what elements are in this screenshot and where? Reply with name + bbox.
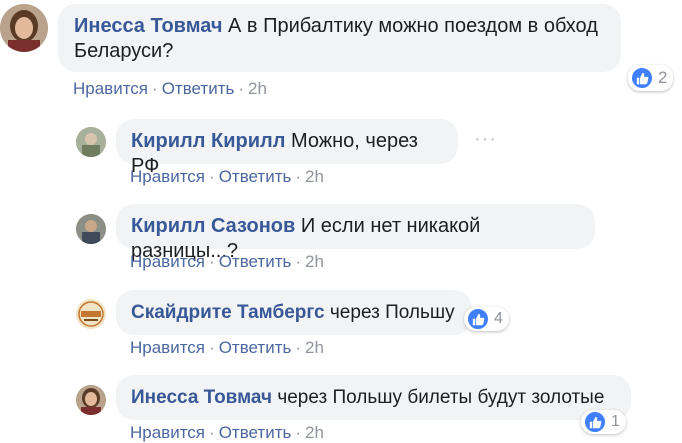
separator: · — [238, 79, 245, 98]
like-icon — [466, 307, 490, 331]
timestamp[interactable]: 2h — [305, 252, 324, 271]
comment-bubble: Инесса Товмач через Польшу билеты будут … — [116, 375, 631, 420]
user-photo-icon — [0, 4, 48, 52]
avatar[interactable] — [76, 127, 106, 157]
timestamp[interactable]: 2h — [305, 167, 324, 186]
timestamp[interactable]: 2h — [305, 423, 324, 442]
comment-actions: Нравится · Ответить · 2h — [130, 423, 324, 443]
comment-author[interactable]: Кирилл Сазонов — [131, 215, 295, 237]
comment-text: Беларуси? — [74, 40, 174, 62]
comment-actions: Нравится · Ответить · 2h — [130, 167, 324, 187]
comment-text: А в Прибалтику можно поездом в обход — [228, 15, 598, 37]
reaction-count[interactable]: 1 — [581, 410, 626, 434]
comment-actions: Нравится · Ответить · 2h — [130, 252, 324, 272]
separator: · — [295, 252, 302, 271]
comment-actions: Нравится · Ответить · 2h — [130, 338, 324, 358]
comment-author[interactable]: Инесса Товмач — [131, 387, 272, 408]
reaction-count[interactable]: 4 — [464, 307, 509, 331]
brand-logo-icon — [76, 299, 106, 329]
timestamp[interactable]: 2h — [305, 338, 324, 357]
avatar[interactable] — [76, 299, 106, 329]
like-link[interactable]: Нравится — [130, 423, 205, 442]
like-link[interactable]: Нравится — [130, 167, 205, 186]
separator: · — [295, 423, 302, 442]
comment-author[interactable]: Инесса Товмач — [74, 15, 222, 37]
separator: · — [209, 338, 215, 357]
separator: · — [152, 79, 158, 98]
timestamp[interactable]: 2h — [248, 79, 267, 98]
separator: · — [295, 167, 302, 186]
separator: · — [209, 167, 215, 186]
comment-bubble: Инесса Товмач А в Прибалтику можно поезд… — [58, 4, 621, 72]
avatar[interactable] — [76, 214, 106, 244]
like-link[interactable]: Нравится — [73, 79, 148, 98]
comment-bubble: Кирилл Кирилл Можно, через РФ — [116, 119, 458, 177]
reaction-count[interactable]: 2 — [628, 65, 674, 91]
user-photo-icon — [76, 127, 106, 157]
separator: · — [209, 423, 215, 442]
like-link[interactable]: Нравится — [130, 338, 205, 357]
reaction-number: 4 — [494, 310, 503, 327]
more-options-icon[interactable]: ··· — [474, 128, 497, 151]
avatar[interactable] — [76, 385, 106, 415]
reply-link[interactable]: Ответить — [219, 423, 292, 442]
like-link[interactable]: Нравится — [130, 252, 205, 271]
separator: · — [209, 252, 215, 271]
comment-author[interactable]: Скайдрите Тамбергс — [131, 302, 325, 323]
like-icon — [630, 66, 654, 90]
user-photo-icon — [76, 385, 106, 415]
reply-link[interactable]: Ответить — [219, 167, 292, 186]
comment-bubble: Кирилл Сазонов И если нет никакой разниц… — [116, 204, 595, 262]
like-icon — [583, 410, 607, 434]
comment-text: через Польшу — [329, 302, 455, 323]
reply-link[interactable]: Ответить — [162, 79, 235, 98]
reply-link[interactable]: Ответить — [219, 338, 292, 357]
reaction-number: 1 — [611, 413, 620, 430]
reply-link[interactable]: Ответить — [219, 252, 292, 271]
comment-author[interactable]: Кирилл Кирилл — [131, 130, 285, 152]
reaction-number: 2 — [658, 68, 668, 87]
comment-text: через Польшу билеты будут золотые — [277, 387, 605, 408]
separator: · — [295, 338, 302, 357]
comment-actions: Нравится · Ответить · 2h — [73, 79, 267, 99]
comment-bubble: Скайдрите Тамбергс через Польшу — [116, 290, 472, 335]
user-photo-icon — [76, 214, 106, 244]
avatar[interactable] — [0, 4, 48, 52]
